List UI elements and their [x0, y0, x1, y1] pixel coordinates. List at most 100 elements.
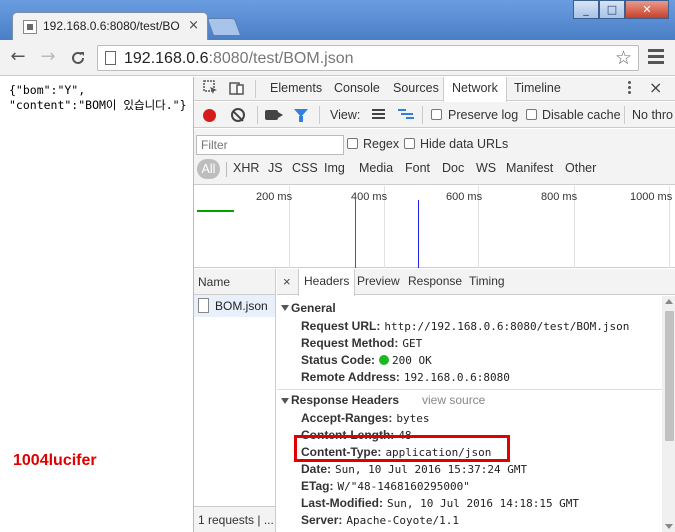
clear-icon[interactable]	[231, 108, 245, 122]
collapse-triangle-icon	[281, 305, 289, 311]
tab-preview[interactable]: Preview	[352, 269, 405, 295]
filter-type-doc[interactable]: Doc	[442, 161, 464, 175]
large-rows-icon[interactable]	[372, 109, 385, 121]
tab-response[interactable]: Response	[403, 269, 467, 295]
network-toolbar: View: Preserve log Disable cache No thro	[194, 102, 675, 128]
tab-network[interactable]: Network	[443, 77, 507, 102]
request-row[interactable]: BOM.json	[194, 295, 275, 317]
date-row: Date: Sun, 10 Jul 2016 15:37:24 GMT	[301, 462, 528, 476]
record-icon[interactable]	[203, 109, 216, 122]
overview-tick: 800 ms	[541, 191, 578, 203]
hide-data-urls-checkbox[interactable]	[404, 138, 415, 149]
browser-toolbar: ← → 192.168.0.6:8080/test/BOM.json ☆	[0, 40, 675, 76]
browser-titlebar: 192.168.0.6:8080/test/BO × _ □ ✕	[0, 0, 675, 40]
view-source-link[interactable]: view source	[422, 393, 485, 407]
maximize-button[interactable]: □	[599, 0, 625, 19]
detail-tabbar: × Headers Preview Response Timing	[277, 269, 675, 296]
filter-input[interactable]	[196, 135, 344, 155]
filter-type-js[interactable]: JS	[268, 161, 283, 175]
filter-type-manifest[interactable]: Manifest	[506, 161, 553, 175]
devtools-more-icon[interactable]	[628, 81, 632, 96]
request-name: BOM.json	[215, 299, 268, 313]
request-method-row: Request Method: GET	[301, 336, 423, 350]
request-summary: 1 requests | ...	[194, 506, 275, 532]
bookmark-star-icon[interactable]: ☆	[615, 47, 632, 69]
throttling-select[interactable]: No thro	[632, 108, 673, 122]
file-icon	[198, 298, 209, 313]
tab-sources[interactable]: Sources	[385, 77, 447, 101]
filter-type-all[interactable]: All	[197, 159, 220, 179]
request-detail-pane: × Headers Preview Response Timing Genera…	[277, 269, 675, 532]
chrome-menu-icon[interactable]	[648, 49, 664, 65]
preserve-log-checkbox[interactable]	[431, 109, 442, 120]
capture-screenshots-icon[interactable]	[265, 110, 283, 120]
overview-tick: 1000 ms	[630, 191, 673, 203]
last-modified-row: Last-Modified: Sun, 10 Jul 2016 14:18:15 …	[301, 496, 580, 510]
url-text[interactable]: 192.168.0.6:8080/test/BOM.json	[124, 50, 354, 68]
minimize-button[interactable]: _	[573, 0, 599, 19]
tab-timing[interactable]: Timing	[464, 269, 510, 295]
filter-type-media[interactable]: Media	[359, 161, 393, 175]
address-bar[interactable]: 192.168.0.6:8080/test/BOM.json ☆	[97, 45, 639, 71]
request-list: Name BOM.json 1 requests | ...	[194, 269, 276, 532]
overview-tick: 400 ms	[351, 191, 388, 203]
disable-cache-label: Disable cache	[542, 108, 621, 122]
detail-scrollbar[interactable]	[662, 296, 675, 532]
new-tab-button[interactable]	[206, 18, 242, 36]
request-url-row: Request URL: http://192.168.0.6:8080/test…	[301, 319, 630, 333]
devtools-close-icon[interactable]: ×	[649, 78, 662, 97]
scroll-down-icon[interactable]	[665, 524, 673, 529]
hide-data-urls-label: Hide data URLs	[420, 137, 509, 151]
content-type-highlight-box	[294, 435, 510, 462]
detail-close-icon[interactable]: ×	[283, 274, 291, 289]
scrollbar-thumb[interactable]	[665, 311, 674, 441]
page-viewport: {"bom":"Y", "content":"BOM이 있습니다."} 1004…	[0, 77, 193, 532]
network-overview[interactable]: 200 ms 400 ms 600 ms 800 ms 1000 ms	[194, 186, 675, 268]
tab-title: 192.168.0.6:8080/test/BO	[43, 19, 180, 33]
filter-type-font[interactable]: Font	[405, 161, 430, 175]
reload-icon[interactable]	[66, 46, 90, 70]
view-label: View:	[330, 108, 361, 122]
forward-icon[interactable]: →	[36, 46, 60, 70]
tab-timeline[interactable]: Timeline	[506, 77, 569, 101]
devtools-tabbar: Elements Console Sources Network Timelin…	[194, 77, 675, 102]
devtools-panel: Elements Console Sources Network Timelin…	[193, 77, 675, 532]
response-headers-section-header[interactable]: Response Headers view source	[277, 389, 662, 410]
page-favicon-icon	[23, 20, 37, 34]
tab-console[interactable]: Console	[326, 77, 388, 101]
filter-type-other[interactable]: Other	[565, 161, 596, 175]
status-ok-icon	[379, 355, 390, 365]
filter-type-ws[interactable]: WS	[476, 161, 496, 175]
window-controls: _ □ ✕	[573, 0, 669, 19]
status-code-row: Status Code: 200 OK	[301, 353, 432, 367]
general-section-header[interactable]: General	[277, 301, 662, 319]
regex-checkbox[interactable]	[347, 138, 358, 149]
filter-type-css[interactable]: CSS	[292, 161, 318, 175]
remote-address-row: Remote Address: 192.168.0.6:8080	[301, 370, 510, 384]
inspect-element-icon[interactable]	[202, 80, 220, 98]
back-icon[interactable]: ←	[6, 46, 30, 70]
browser-tab[interactable]: 192.168.0.6:8080/test/BO ×	[12, 12, 208, 40]
tab-elements[interactable]: Elements	[262, 77, 330, 101]
accept-ranges-row: Accept-Ranges: bytes	[301, 411, 430, 425]
page-icon	[105, 51, 116, 65]
preserve-log-label: Preserve log	[448, 108, 519, 122]
tab-close-icon[interactable]: ×	[188, 18, 199, 33]
overview-tick: 200 ms	[256, 191, 293, 203]
filter-icon[interactable]	[294, 109, 308, 122]
scroll-up-icon[interactable]	[665, 299, 673, 304]
tab-headers[interactable]: Headers	[298, 269, 356, 296]
etag-row: ETag: W/"48-1468160295000"	[301, 479, 470, 493]
json-body: {"bom":"Y", "content":"BOM이 있습니다."}	[9, 83, 187, 112]
filter-bar: Regex Hide data URLs All XHR JS CSS Img …	[194, 129, 675, 185]
domcontentloaded-line	[418, 200, 419, 268]
overview-toggle-icon[interactable]	[398, 109, 414, 121]
load-event-line	[355, 200, 356, 268]
filter-type-xhr[interactable]: XHR	[233, 161, 259, 175]
device-mode-icon[interactable]	[228, 80, 246, 98]
filter-type-img[interactable]: Img	[324, 161, 345, 175]
disable-cache-checkbox[interactable]	[526, 109, 537, 120]
name-column-header[interactable]: Name	[194, 269, 275, 295]
window-close-button[interactable]: ✕	[625, 0, 669, 19]
overview-request-bar	[197, 210, 234, 212]
